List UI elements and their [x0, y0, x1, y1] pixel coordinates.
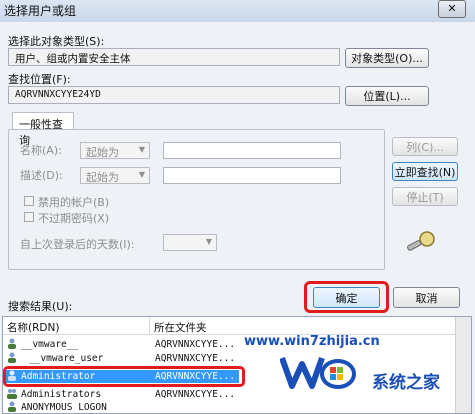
cancel-button[interactable]: 取消 — [393, 287, 460, 308]
list-item[interactable]: __vmware_user AQRVNNXCYYE... — [3, 352, 455, 365]
row-folder: AQRVNNXCYYE... — [155, 339, 236, 350]
window-title: 选择用户或组 — [4, 4, 77, 18]
name-mode-value: 起始为 — [86, 146, 119, 159]
row-folder: AQRVNNXCYYE... — [155, 353, 236, 364]
description-label: 描述(D): — [20, 169, 63, 182]
search-results-list[interactable]: 名称(RDN) 所在文件夹 __vmware__ AQRVNNXCYYE... … — [2, 316, 472, 414]
name-label: 名称(A): — [20, 144, 62, 157]
administrator-highlight-ring — [3, 366, 245, 387]
watermark-site-text: www.win7zhijia.cn — [244, 334, 380, 349]
stop-button[interactable]: 停止(T) — [392, 187, 458, 206]
user-icon — [7, 352, 21, 363]
column-header-name[interactable]: 名称(RDN) — [3, 317, 149, 335]
list-item[interactable]: ANONYMOUS LOGON — [3, 401, 455, 413]
row-name: Administrators — [21, 389, 102, 400]
vertical-scrollbar[interactable] — [455, 317, 471, 413]
watermark-logo-icon — [280, 356, 356, 389]
days-since-logon-label: 自上次登录后的天数(I): — [20, 238, 135, 251]
window-close-button[interactable]: ✕ — [438, 0, 466, 18]
watermark-brand-text: 系统之家 — [372, 373, 440, 393]
row-name: __vmware__ — [21, 339, 79, 350]
columns-button[interactable]: 列(C)... — [392, 137, 458, 156]
search-flashlight-icon — [407, 231, 435, 251]
row-folder: AQRVNNXCYYE... — [155, 389, 236, 400]
group-icon — [7, 388, 21, 399]
non-expiring-password-checkbox[interactable] — [24, 212, 34, 222]
find-now-button[interactable]: 立即查找(N) — [392, 162, 458, 181]
user-icon — [7, 338, 21, 349]
name-input[interactable] — [163, 142, 341, 159]
tab-general-query[interactable]: 一般性查询 — [12, 112, 74, 147]
description-mode-select[interactable]: 起始为 ▼ — [80, 167, 150, 184]
user-icon — [7, 401, 21, 412]
column-header-folder[interactable]: 所在文件夹 — [149, 317, 455, 335]
row-name: __vmware_user — [29, 353, 104, 364]
chevron-down-icon: ▼ — [138, 170, 145, 179]
location-field: AQRVNNXCYYE24YD — [8, 86, 340, 104]
object-type-field: 用户、组或内置安全主体 — [8, 48, 340, 66]
chevron-down-icon: ▼ — [138, 145, 145, 154]
search-results-label: 搜索结果(U): — [8, 300, 73, 313]
object-types-button[interactable]: 对象类型(O)... — [345, 48, 429, 68]
name-mode-select[interactable]: 起始为 ▼ — [80, 142, 150, 159]
object-type-label: 选择此对象类型(S): — [8, 35, 105, 48]
location-label: 查找位置(F): — [8, 73, 71, 86]
locations-button[interactable]: 位置(L)... — [345, 86, 429, 106]
disabled-accounts-checkbox[interactable] — [24, 196, 34, 206]
description-input[interactable] — [163, 167, 341, 184]
disabled-accounts-label: 禁用的帐户(B) — [38, 196, 110, 209]
chevron-down-icon: ▼ — [205, 237, 212, 246]
ok-button[interactable]: 确定 — [313, 287, 380, 308]
days-since-logon-select[interactable]: ▼ — [163, 234, 217, 251]
non-expiring-password-label: 不过期密码(X) — [38, 212, 110, 225]
row-name: ANONYMOUS LOGON — [21, 402, 107, 413]
description-mode-value: 起始为 — [86, 171, 119, 184]
